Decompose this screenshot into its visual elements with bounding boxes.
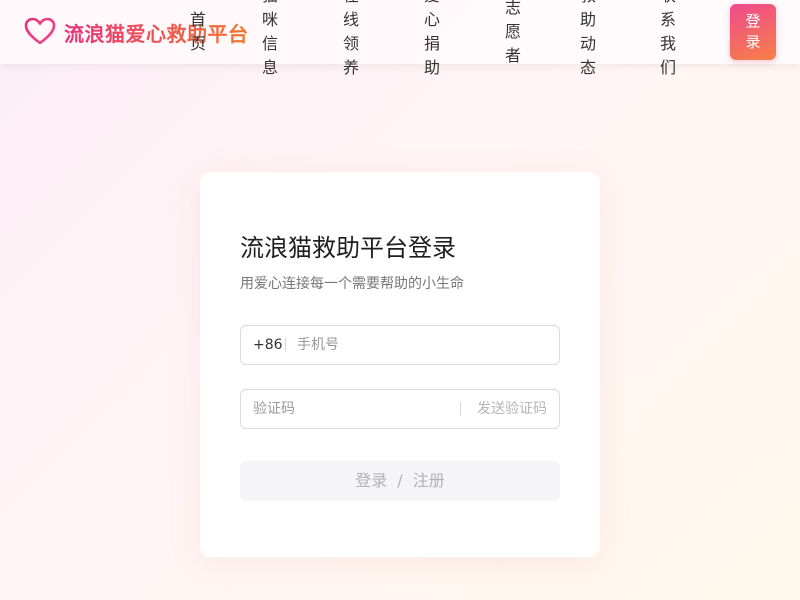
nav-item-cat-info[interactable]: 猫咪信息: [261, 0, 279, 80]
nav-item-home[interactable]: 首页: [189, 8, 207, 56]
verification-code-input[interactable]: [253, 390, 453, 428]
nav-item-contact[interactable]: 联系我们: [659, 0, 677, 80]
phone-field[interactable]: +86: [240, 325, 560, 365]
login-card: 流浪猫救助平台登录 用爱心连接每一个需要帮助的小生命 +86 发送验证码 登录 /…: [200, 172, 600, 557]
login-register-separator: /: [397, 471, 403, 490]
header-login-button[interactable]: 登录: [730, 4, 776, 60]
register-label: 注册: [412, 471, 445, 490]
nav-item-rescue-news[interactable]: 救助动态: [579, 0, 597, 80]
prefix-divider: [285, 338, 286, 352]
nav-item-adoption[interactable]: 在线领养: [342, 0, 360, 80]
top-navbar: 流浪猫爱心救助平台 首页 猫咪信息 在线领养 爱心捐助 志愿者 救助动态 联系我…: [0, 0, 800, 77]
country-code-prefix[interactable]: +86: [253, 326, 283, 364]
nav-item-volunteer[interactable]: 志愿者: [504, 0, 522, 68]
nav-item-donation[interactable]: 爱心捐助: [423, 0, 441, 80]
main-nav: 首页 猫咪信息 在线领养 爱心捐助 志愿者 救助动态 联系我们: [0, 0, 800, 77]
verification-code-field[interactable]: 发送验证码: [240, 389, 560, 429]
login-label: 登录: [355, 471, 388, 490]
login-title: 流浪猫救助平台登录: [240, 234, 456, 262]
login-register-button[interactable]: 登录 / 注册: [240, 461, 560, 501]
code-divider: [460, 402, 461, 416]
phone-input[interactable]: [297, 326, 547, 364]
login-subtitle: 用爱心连接每一个需要帮助的小生命: [240, 276, 464, 292]
send-code-button[interactable]: 发送验证码: [477, 390, 547, 428]
